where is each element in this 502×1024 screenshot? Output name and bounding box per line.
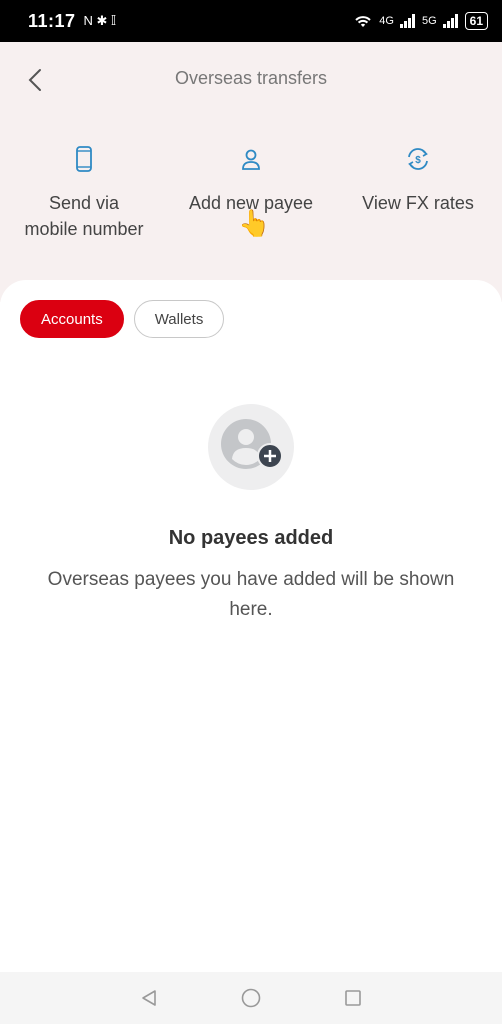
view-fx-rates-label: View FX rates [362, 193, 474, 213]
svg-text:$: $ [415, 155, 421, 166]
empty-state-title: No payees added [168, 527, 334, 549]
header-area: Overseas transfers Send via mobile numbe… [0, 42, 502, 302]
send-via-label-2: mobile number [24, 219, 144, 239]
triangle-back-icon [142, 990, 156, 1006]
person-icon [242, 149, 260, 170]
payee-sheet: Accounts Wallets No payees added Oversea… [0, 280, 502, 972]
status-bar: 11:17 N ✱ 𝕀 4G 5G 61 [0, 0, 502, 42]
circle-home-icon [241, 988, 261, 1008]
system-nav-bar [0, 972, 502, 1024]
status-time: 11:17 [28, 10, 76, 31]
nav-back-button[interactable] [135, 984, 163, 1012]
view-fx-rates-button[interactable]: $ View FX rates [338, 146, 498, 216]
nav-recents-button[interactable] [339, 984, 367, 1012]
phone-icon [76, 146, 92, 172]
square-recents-icon [345, 990, 361, 1006]
fx-icon: $ [408, 148, 428, 170]
tab-accounts[interactable]: Accounts [20, 300, 124, 338]
send-via-label-1: Send via [48, 193, 120, 213]
send-via-mobile-button[interactable]: Send via mobile number [4, 146, 164, 242]
nav-home-button[interactable] [237, 984, 265, 1012]
status-left-icons: N ✱ 𝕀 [83, 13, 117, 28]
battery-icon: 61 [464, 12, 488, 30]
signal-icon-1 [399, 14, 415, 28]
signal-icon-2 [442, 14, 458, 28]
payee-tabs: Accounts Wallets [20, 300, 225, 338]
empty-state-description: Overseas payees you have added will be s… [47, 569, 455, 620]
add-new-payee-button[interactable]: Add new payee [171, 146, 331, 216]
network-label-2: 5G [421, 15, 437, 27]
pointing-hand-icon: 👆 [238, 208, 271, 238]
tab-wallets[interactable]: Wallets [133, 300, 225, 338]
page-title: Overseas transfers [174, 68, 328, 88]
wifi-icon [355, 16, 371, 27]
empty-avatar [208, 404, 294, 490]
add-person-icon [221, 419, 283, 469]
network-label-1: 4G [379, 15, 394, 27]
